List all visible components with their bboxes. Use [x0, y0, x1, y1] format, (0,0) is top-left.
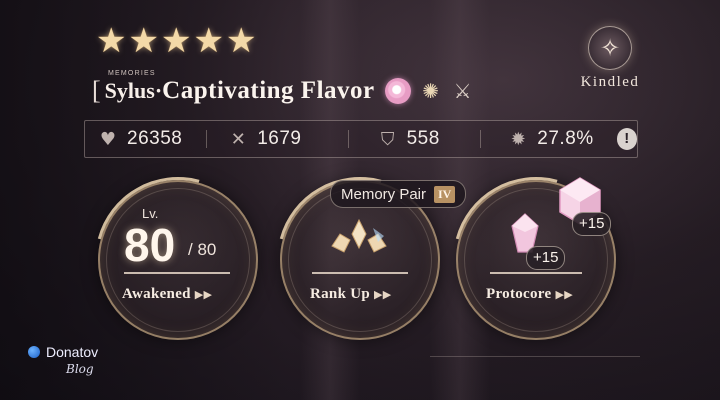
rank-up-button[interactable]: Rank Up ▶▶: [310, 286, 392, 303]
stats-bar: ♥ 26358 ✕ 1679 ⛉ 558 ✹ 27.8% !: [84, 120, 638, 158]
stat-value: 26358: [127, 128, 183, 149]
awakened-label: Awakened: [122, 286, 191, 302]
level-progress-bar: [124, 272, 230, 274]
donatov-logo-icon: [28, 346, 40, 358]
stat-crit-rate: ✹ 27.8%: [481, 121, 616, 157]
star-icon: ★: [225, 21, 257, 61]
watermark-brand: Donatov: [46, 344, 99, 360]
stat-attack: ✕ 1679: [207, 121, 347, 157]
kindled-label: Kindled: [580, 74, 640, 90]
stat-value: 27.8%: [537, 128, 594, 149]
stat-value: 1679: [257, 128, 302, 149]
stat-value: 558: [406, 128, 440, 149]
double-arrow-icon: ▶▶: [194, 288, 213, 301]
crossed-swords-icon[interactable]: ⚔: [451, 79, 475, 103]
protocore-plus-bottom: +15: [526, 246, 566, 270]
rarity-stars: ★ ★ ★ ★ ★: [96, 24, 256, 58]
double-arrow-icon: ▶▶: [374, 288, 392, 301]
rank-progress-bar: [312, 272, 408, 274]
crit-burst-icon: ✹: [510, 128, 526, 150]
protocore-label: Protocore: [486, 286, 552, 302]
star-icon: ★: [128, 21, 159, 61]
title-bracket: [: [92, 76, 101, 105]
memory-pair-pill[interactable]: Memory Pair IV: [330, 180, 467, 208]
circle-arc: [64, 146, 292, 374]
level-circle[interactable]: [64, 146, 292, 374]
sun-icon[interactable]: ✺: [419, 79, 443, 103]
protocore-progress-bar: [490, 272, 582, 274]
watermark-sub: Blog: [66, 362, 94, 376]
level-max: / 80: [188, 240, 217, 259]
level-value: 80: [124, 219, 176, 271]
stat-hp: ♥ 26358: [85, 121, 206, 157]
footer-rule: [430, 356, 640, 357]
memory-pair-label: Memory Pair: [341, 185, 427, 203]
protocore-button[interactable]: Protocore ▶▶: [486, 286, 573, 303]
memory-pair-badge: IV: [434, 185, 456, 203]
info-icon[interactable]: !: [616, 128, 637, 150]
rank-crystal-icon: [331, 218, 387, 253]
heart-icon: ♥: [99, 128, 117, 150]
star-icon: ★: [96, 21, 127, 61]
character-name: Sylus·: [104, 78, 163, 103]
shield-icon: ⛉: [380, 128, 395, 150]
memory-title: Captivating Flavor: [162, 77, 375, 104]
protocore-plus-top: +15: [572, 212, 612, 236]
double-arrow-icon: ▶▶: [555, 288, 573, 301]
stat-defense: ⛉ 558: [349, 121, 481, 157]
rank-up-label: Rank Up: [310, 286, 371, 302]
kindled-emblem-icon[interactable]: ✧: [588, 26, 632, 70]
awakened-button[interactable]: Awakened ▶▶: [122, 286, 212, 303]
pink-gem-icon[interactable]: [384, 78, 411, 104]
star-icon: ★: [160, 21, 192, 61]
star-icon: ★: [193, 21, 224, 61]
swords-icon: ✕: [230, 128, 246, 150]
watermark: Donatov: [28, 344, 98, 360]
memory-title-row: [ Sylus· Captivating Flavor ✺ ⚔: [92, 76, 475, 106]
